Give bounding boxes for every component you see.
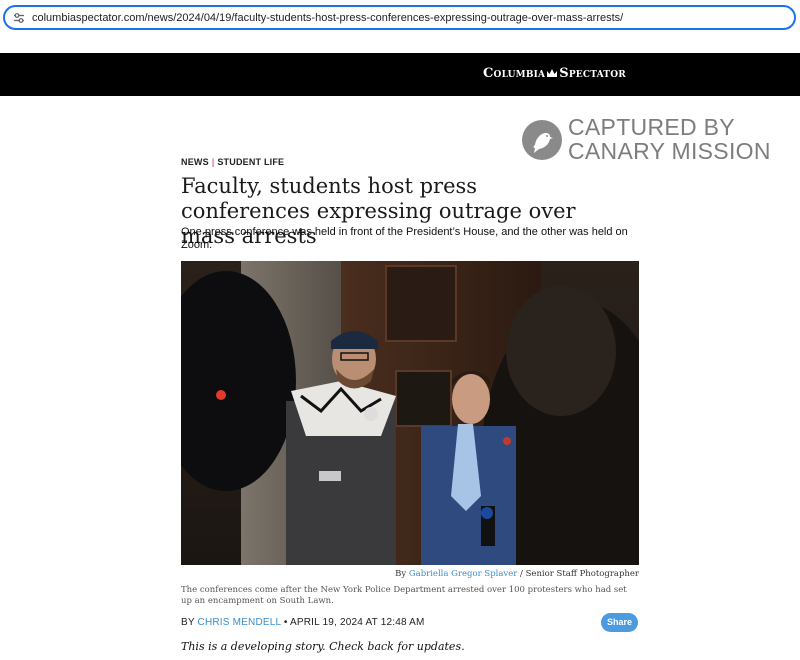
article-subheadline: One press conference was held in front o… [181, 226, 628, 251]
article-photo [181, 261, 639, 565]
crown-icon [547, 69, 558, 77]
canary-line2: CANARY MISSION [568, 138, 771, 164]
photo-credit: By Gabriella Gregor Splaver / Senior Sta… [181, 569, 639, 579]
author-link[interactable]: CHRIS MENDELL [198, 617, 281, 628]
site-logo[interactable]: Columbia Spectator [483, 66, 626, 81]
crumb-news[interactable]: NEWS [181, 157, 209, 167]
canary-line1: CAPTURED BY [568, 114, 735, 140]
publish-date: APRIL 19, 2024 AT 12:48 AM [290, 617, 425, 628]
logo-text-right: Spectator [559, 66, 626, 81]
photographer-link[interactable]: Gabriella Gregor Splaver [409, 569, 517, 579]
tune-icon[interactable] [13, 12, 25, 24]
canary-bird-icon [522, 120, 562, 160]
byline-prefix: BY [181, 617, 198, 628]
press-conference-photo [181, 261, 639, 565]
canary-watermark: CAPTURED BY CANARY MISSION [520, 115, 790, 165]
address-bar[interactable]: columbiaspectator.com/news/2024/04/19/fa… [3, 5, 796, 30]
url-text[interactable]: columbiaspectator.com/news/2024/04/19/fa… [32, 12, 623, 24]
byline: BY CHRIS MENDELL • APRIL 19, 2024 AT 12:… [181, 617, 425, 628]
site-header: Columbia Spectator [0, 53, 800, 96]
canary-text: CAPTURED BY CANARY MISSION [568, 115, 771, 163]
share-button[interactable]: Share [601, 613, 638, 632]
byline-separator: • [280, 617, 291, 628]
breadcrumb: NEWS | STUDENT LIFE [181, 157, 284, 167]
photo-caption: The conferences come after the New York … [181, 585, 627, 606]
developing-note: This is a developing story. Check back f… [181, 640, 465, 653]
credit-suffix: / Senior Staff Photographer [517, 569, 639, 579]
credit-prefix: By [395, 569, 409, 579]
crumb-separator: | [211, 157, 215, 167]
crumb-student-life[interactable]: STUDENT LIFE [217, 157, 284, 167]
logo-text-left: Columbia [483, 66, 546, 81]
